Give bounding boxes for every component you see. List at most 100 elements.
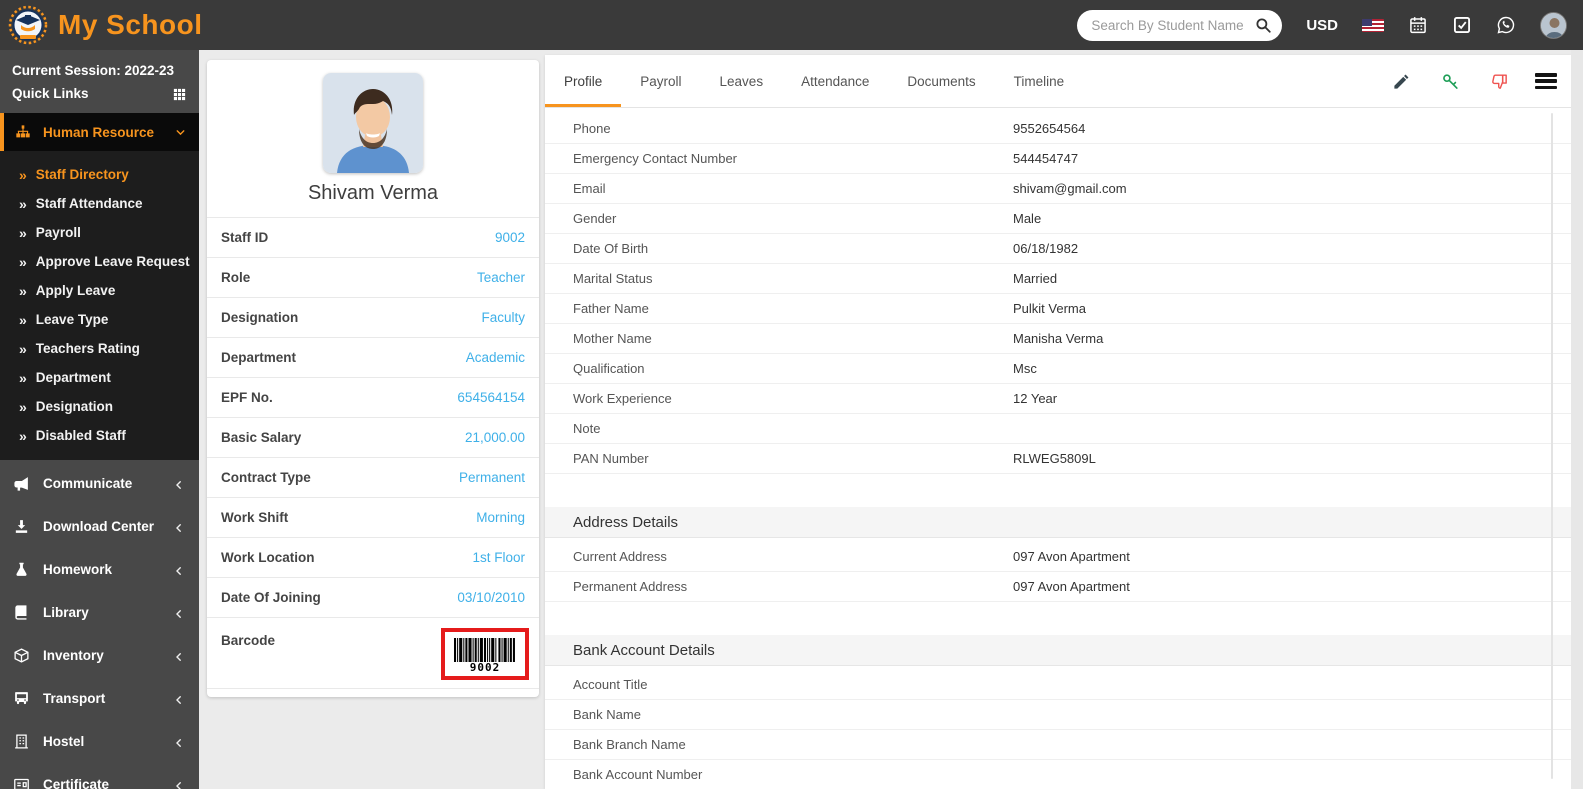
staff-photo bbox=[323, 73, 423, 173]
calendar-icon[interactable] bbox=[1408, 15, 1428, 35]
user-avatar[interactable] bbox=[1540, 12, 1567, 39]
submenu-item[interactable]: » Teachers Rating bbox=[0, 334, 199, 363]
submenu-item[interactable]: » Designation bbox=[0, 392, 199, 421]
sidebar-item[interactable]: Certificate bbox=[0, 763, 199, 789]
quick-links[interactable]: Quick Links bbox=[12, 82, 187, 105]
row-value[interactable]: 1st Floor bbox=[472, 550, 525, 565]
menu-label: Homework bbox=[43, 562, 112, 577]
sidebar-item[interactable]: Download Center bbox=[0, 505, 199, 548]
tab[interactable]: Leaves bbox=[701, 55, 783, 107]
profile-row: Emergency Contact Number 544454747 bbox=[545, 144, 1571, 174]
hr-submenu: » Staff Directory » Staff Attendance » P… bbox=[0, 151, 199, 460]
row-value[interactable]: 654564154 bbox=[457, 390, 525, 405]
row-label: Contract Type bbox=[221, 470, 311, 485]
hamburger-menu-icon[interactable] bbox=[1535, 73, 1557, 89]
row-value[interactable]: Academic bbox=[466, 350, 525, 365]
menu-label: Transport bbox=[43, 691, 105, 706]
sidebar-item-human-resource[interactable]: Human Resource bbox=[0, 113, 199, 151]
tab[interactable]: Profile bbox=[545, 55, 621, 107]
sidebar-item[interactable]: Library bbox=[0, 591, 199, 634]
submenu-item[interactable]: » Approve Leave Request bbox=[0, 247, 199, 276]
profile-row: Note bbox=[545, 414, 1571, 444]
row-label: Bank Account Number bbox=[573, 767, 1013, 782]
menu-label: Inventory bbox=[43, 648, 104, 663]
row-value: Msc bbox=[1013, 361, 1037, 376]
row-label: Father Name bbox=[573, 301, 1013, 316]
header-icon-group bbox=[1408, 15, 1516, 35]
tab[interactable]: Documents bbox=[888, 55, 994, 107]
submenu-item-label: Teachers Rating bbox=[36, 341, 140, 356]
page-scrollbar-track[interactable] bbox=[1571, 50, 1583, 789]
row-value[interactable]: Morning bbox=[476, 510, 525, 525]
tab[interactable]: Payroll bbox=[621, 55, 700, 107]
submenu-item[interactable]: » Apply Leave bbox=[0, 276, 199, 305]
staff-card-row: Work Location 1st Floor bbox=[207, 537, 539, 577]
profile-row: Father Name Pulkit Verma bbox=[545, 294, 1571, 324]
key-icon[interactable] bbox=[1441, 72, 1460, 91]
row-label: Work Experience bbox=[573, 391, 1013, 406]
staff-card-row: Basic Salary 21,000.00 bbox=[207, 417, 539, 457]
profile-row: PAN Number RLWEG5809L bbox=[545, 444, 1571, 474]
tab-bar: Profile Payroll Leaves Attendance Docume… bbox=[545, 55, 1571, 108]
action-icons bbox=[1392, 72, 1509, 91]
tab-label: Leaves bbox=[720, 74, 764, 89]
menu-label: Hostel bbox=[43, 734, 84, 749]
panel-scrollbar[interactable] bbox=[1551, 113, 1553, 779]
row-label: Bank Name bbox=[573, 707, 1013, 722]
tab[interactable]: Attendance bbox=[782, 55, 888, 107]
submenu-item-label: Payroll bbox=[36, 225, 81, 240]
row-value: Male bbox=[1013, 211, 1041, 226]
quick-links-label: Quick Links bbox=[12, 82, 89, 105]
grid-icon[interactable] bbox=[172, 86, 187, 101]
row-value: RLWEG5809L bbox=[1013, 451, 1096, 466]
double-chevron-icon: » bbox=[19, 399, 27, 415]
profile-row: Account Title bbox=[545, 670, 1571, 700]
tasks-icon[interactable] bbox=[1452, 15, 1472, 35]
submenu-item[interactable]: » Disabled Staff bbox=[0, 421, 199, 450]
row-label: Gender bbox=[573, 211, 1013, 226]
double-chevron-icon: » bbox=[19, 196, 27, 212]
row-value: 12 Year bbox=[1013, 391, 1057, 406]
tab-label: Profile bbox=[564, 74, 602, 89]
row-value[interactable]: 9002 bbox=[495, 230, 525, 245]
sidebar-item[interactable]: Hostel bbox=[0, 720, 199, 763]
section-title: Address Details bbox=[545, 507, 1571, 538]
sidebar-item[interactable]: Homework bbox=[0, 548, 199, 591]
thumbs-down-icon[interactable] bbox=[1490, 72, 1509, 91]
sidebar-item[interactable]: Communicate bbox=[0, 462, 199, 505]
submenu-item[interactable]: » Payroll bbox=[0, 218, 199, 247]
barcode-annotation-box: 9002 bbox=[441, 628, 529, 680]
submenu-item-label: Approve Leave Request bbox=[36, 254, 190, 269]
row-value[interactable]: 21,000.00 bbox=[465, 430, 525, 445]
sidebar: Current Session: 2022-23 Quick Links Hum… bbox=[0, 50, 199, 789]
tab[interactable]: Timeline bbox=[995, 55, 1084, 107]
us-flag-icon[interactable] bbox=[1362, 19, 1384, 32]
current-session-label: Current Session: 2022-23 bbox=[12, 59, 187, 82]
submenu-item-label: Apply Leave bbox=[36, 283, 116, 298]
logo-area[interactable]: My School bbox=[0, 5, 280, 45]
submenu-item[interactable]: » Department bbox=[0, 363, 199, 392]
sidebar-item[interactable]: Inventory bbox=[0, 634, 199, 677]
row-value[interactable]: Faculty bbox=[481, 310, 525, 325]
currency-label[interactable]: USD bbox=[1306, 17, 1338, 34]
row-label: Mother Name bbox=[573, 331, 1013, 346]
whatsapp-icon[interactable] bbox=[1496, 15, 1516, 35]
pencil-icon[interactable] bbox=[1392, 72, 1411, 91]
chevron-left-icon bbox=[173, 779, 185, 789]
chevron-left-icon bbox=[173, 736, 185, 748]
submenu-item-label: Leave Type bbox=[36, 312, 109, 327]
tab-label: Payroll bbox=[640, 74, 681, 89]
submenu-item[interactable]: » Staff Directory bbox=[0, 160, 199, 189]
submenu-item-label: Disabled Staff bbox=[36, 428, 126, 443]
row-value[interactable]: 03/10/2010 bbox=[457, 590, 525, 605]
row-value[interactable]: Permanent bbox=[459, 470, 525, 485]
row-value[interactable]: Teacher bbox=[477, 270, 525, 285]
search-icon[interactable] bbox=[1254, 16, 1272, 34]
submenu-item[interactable]: » Leave Type bbox=[0, 305, 199, 334]
submenu-item[interactable]: » Staff Attendance bbox=[0, 189, 199, 218]
row-label: Note bbox=[573, 421, 1013, 436]
barcode-number: 9002 bbox=[454, 662, 516, 673]
row-label: Bank Branch Name bbox=[573, 737, 1013, 752]
sidebar-item[interactable]: Transport bbox=[0, 677, 199, 720]
search-input[interactable] bbox=[1091, 18, 1254, 33]
